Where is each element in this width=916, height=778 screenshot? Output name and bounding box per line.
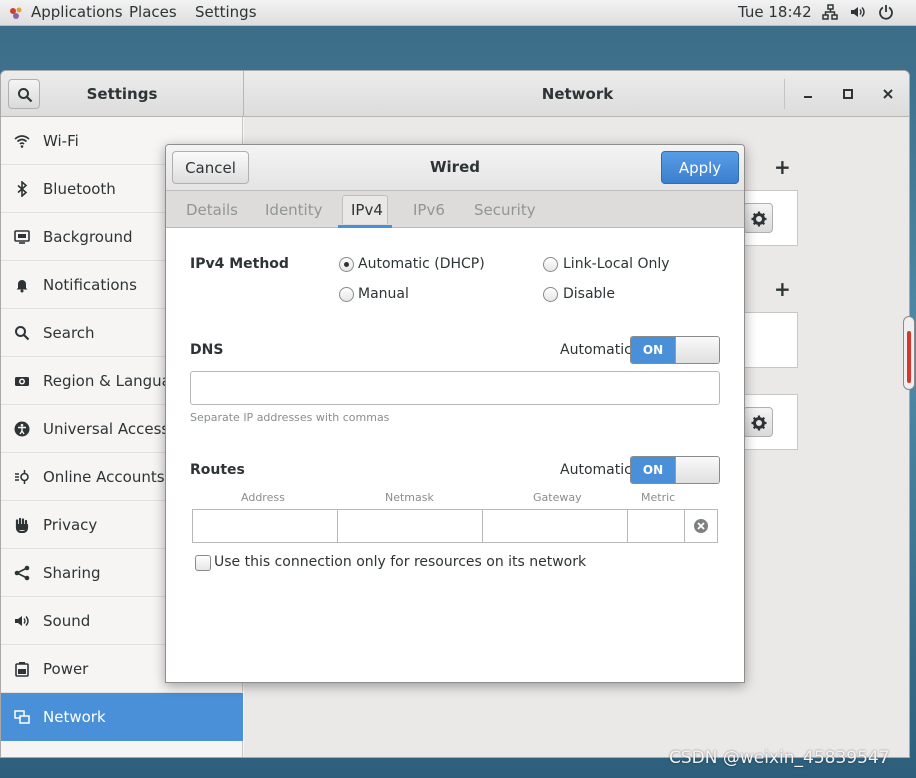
column-header-address: Address bbox=[241, 491, 285, 504]
power-icon[interactable] bbox=[878, 4, 894, 20]
column-header-netmask: Netmask bbox=[385, 491, 434, 504]
add-vpn-button[interactable]: + bbox=[774, 277, 791, 301]
applications-menu-icon bbox=[10, 7, 22, 19]
dialog-title: Wired bbox=[430, 158, 480, 176]
network-icon bbox=[14, 710, 30, 724]
online-accounts-icon bbox=[15, 470, 29, 484]
sidebar-item-label: Bluetooth bbox=[43, 180, 116, 198]
add-connection-button[interactable]: + bbox=[774, 155, 791, 179]
tab-details[interactable]: Details bbox=[186, 201, 238, 219]
local-resources-only-checkbox[interactable] bbox=[195, 555, 211, 571]
search-icon bbox=[15, 326, 30, 341]
network-icon[interactable] bbox=[822, 4, 838, 20]
tab-ipv6[interactable]: IPv6 bbox=[413, 201, 445, 219]
dns-automatic-label: Automatic bbox=[560, 342, 632, 358]
divider bbox=[784, 79, 785, 109]
switch-knob bbox=[675, 337, 719, 363]
apply-button[interactable]: Apply bbox=[661, 151, 739, 184]
tab-identity[interactable]: Identity bbox=[265, 201, 323, 219]
sidebar-item-label: Network bbox=[43, 708, 106, 726]
wired-dialog: Cancel Wired Apply Details Identity IPv4… bbox=[165, 144, 745, 683]
route-row bbox=[192, 509, 718, 543]
background-icon bbox=[14, 230, 30, 244]
routes-automatic-label: Automatic bbox=[560, 462, 632, 478]
sidebar-item-network[interactable]: Network bbox=[1, 693, 243, 741]
routes-automatic-switch[interactable]: ON bbox=[630, 456, 720, 484]
tab-bar: Details Identity IPv4 IPv6 Security bbox=[166, 191, 744, 228]
sidebar-item-label: Search bbox=[43, 324, 95, 342]
settings-menu[interactable]: Settings bbox=[195, 3, 257, 21]
column-header-metric: Metric bbox=[641, 491, 676, 504]
route-metric-input[interactable] bbox=[628, 510, 685, 542]
proxy-settings-button[interactable] bbox=[743, 407, 773, 437]
dns-label: DNS bbox=[190, 342, 224, 358]
switch-knob bbox=[675, 457, 719, 483]
route-address-input[interactable] bbox=[193, 510, 338, 542]
clock[interactable]: Tue 18:42 bbox=[738, 3, 812, 21]
sidebar-item-label: Background bbox=[43, 228, 133, 246]
applications-menu[interactable]: Applications bbox=[31, 3, 123, 21]
local-resources-only-label[interactable]: Use this connection only for resources o… bbox=[214, 554, 586, 570]
method-disable-label[interactable]: Disable bbox=[563, 286, 615, 302]
sidebar-item-label: Power bbox=[43, 660, 89, 678]
sidebar-title: Settings bbox=[86, 85, 158, 103]
remove-route-icon[interactable] bbox=[693, 518, 709, 534]
tab-security[interactable]: Security bbox=[474, 201, 536, 219]
active-tab-indicator bbox=[338, 225, 392, 228]
sidebar-item-label: Wi-Fi bbox=[43, 132, 79, 150]
sidebar-item-label: Sound bbox=[43, 612, 91, 630]
maximize-icon[interactable] bbox=[839, 85, 857, 103]
sidebar-item-label: Sharing bbox=[43, 564, 101, 582]
method-disable-radio[interactable] bbox=[543, 287, 558, 302]
close-icon[interactable] bbox=[879, 85, 897, 103]
switch-on-label: ON bbox=[631, 457, 675, 483]
watermark: CSDN @weixin_45839547 bbox=[669, 748, 890, 768]
wifi-icon bbox=[14, 135, 30, 148]
method-automatic-label[interactable]: Automatic (DHCP) bbox=[358, 256, 485, 272]
sidebar-item-label: Universal Access bbox=[43, 420, 170, 438]
sidebar-item-label: Notifications bbox=[43, 276, 137, 294]
accessibility-icon bbox=[14, 421, 30, 437]
battery-icon bbox=[15, 662, 29, 677]
gear-icon bbox=[751, 211, 767, 227]
camera-icon bbox=[15, 377, 29, 386]
sidebar-item-label: Privacy bbox=[43, 516, 98, 534]
bluetooth-icon bbox=[17, 181, 28, 197]
switch-on-label: ON bbox=[631, 337, 675, 363]
sidebar-item-label: Online Accounts bbox=[43, 468, 165, 486]
wired-settings-button[interactable] bbox=[743, 203, 773, 233]
route-gateway-input[interactable] bbox=[483, 510, 628, 542]
places-menu[interactable]: Places bbox=[129, 3, 177, 21]
column-header-gateway: Gateway bbox=[533, 491, 582, 504]
minimize-icon[interactable] bbox=[799, 85, 817, 103]
routes-label: Routes bbox=[190, 462, 245, 478]
volume-icon[interactable] bbox=[850, 4, 866, 20]
route-netmask-input[interactable] bbox=[338, 510, 483, 542]
scrollbar[interactable] bbox=[903, 316, 915, 390]
tab-ipv4[interactable]: IPv4 bbox=[351, 201, 383, 219]
gear-icon bbox=[751, 415, 767, 431]
method-link-local-radio[interactable] bbox=[543, 257, 558, 272]
ipv4-method-label: IPv4 Method bbox=[190, 256, 289, 272]
speaker-icon bbox=[15, 616, 29, 626]
method-automatic-radio[interactable] bbox=[339, 257, 354, 272]
top-bar: Applications Places Settings Tue 18:42 bbox=[0, 0, 916, 26]
dns-hint: Separate IP addresses with commas bbox=[190, 411, 390, 424]
dialog-header: Cancel Wired Apply bbox=[166, 145, 744, 191]
bell-icon bbox=[16, 280, 28, 293]
dns-input[interactable] bbox=[190, 371, 720, 405]
method-manual-radio[interactable] bbox=[339, 287, 354, 302]
share-icon bbox=[14, 565, 30, 581]
hand-icon bbox=[15, 517, 29, 533]
header-bar: Settings Network bbox=[1, 71, 909, 117]
method-link-local-label[interactable]: Link-Local Only bbox=[563, 256, 670, 272]
method-manual-label[interactable]: Manual bbox=[358, 286, 409, 302]
dns-automatic-switch[interactable]: ON bbox=[630, 336, 720, 364]
